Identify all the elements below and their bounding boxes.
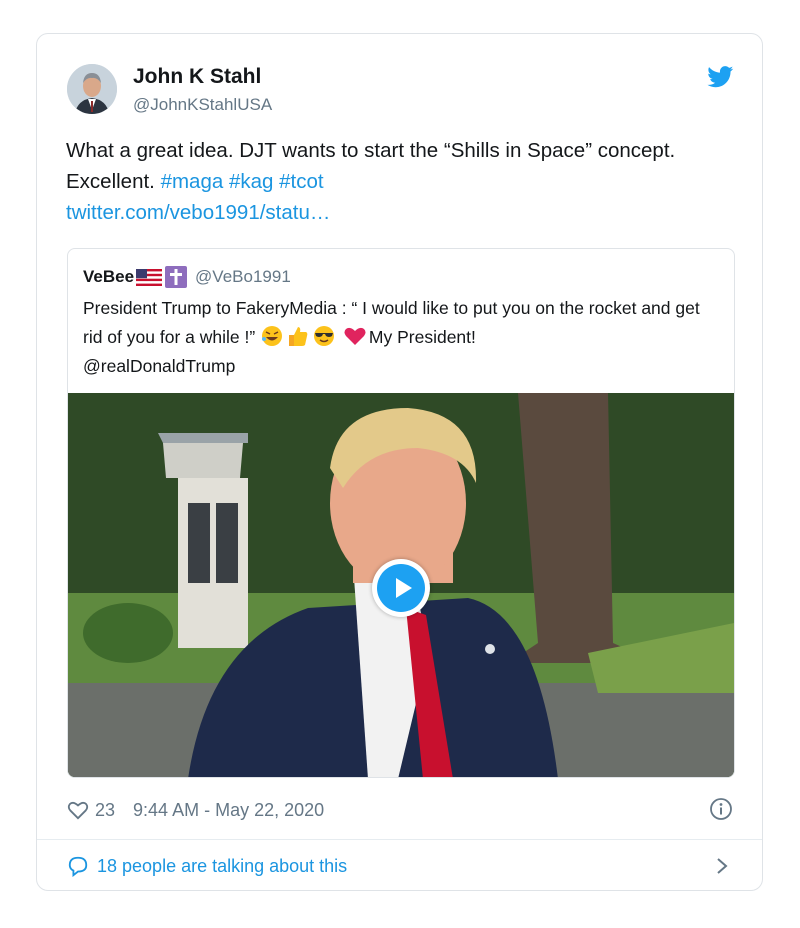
info-icon[interactable] <box>709 797 733 821</box>
quoted-text: President Trump to FakeryMedia : “ I wou… <box>83 294 713 381</box>
conversation-link[interactable]: 18 people are talking about this <box>67 852 347 880</box>
quoted-text-tail: My President! <box>368 327 476 347</box>
hashtag-maga[interactable]: #maga <box>161 170 224 193</box>
red-heart-emoji <box>344 327 366 345</box>
thumbs-up-emoji <box>289 327 308 346</box>
chevron-right-icon[interactable] <box>713 856 731 876</box>
play-button[interactable] <box>372 559 430 617</box>
divider <box>37 839 762 840</box>
like-count[interactable]: 23 <box>95 800 115 821</box>
sunglasses-emoji <box>314 326 335 346</box>
author-name[interactable]: John K Stahl <box>133 65 261 89</box>
quoted-author-name[interactable]: VeBee <box>83 267 134 287</box>
tweet-text: What a great idea. DJT wants to start th… <box>66 135 706 228</box>
rofl-emoji <box>262 326 283 346</box>
latin-cross-icon <box>165 266 188 288</box>
conversation-text[interactable]: 18 people are talking about this <box>97 856 347 877</box>
twitter-bird-icon[interactable] <box>707 66 734 88</box>
video-thumbnail[interactable] <box>68 393 734 777</box>
embedded-tweet-card[interactable]: John K Stahl @JohnKStahlUSA What a great… <box>36 33 763 891</box>
timestamp[interactable]: 9:44 AM - May 22, 2020 <box>133 800 324 821</box>
hashtag-tcot[interactable]: #tcot <box>279 170 323 193</box>
play-icon <box>396 578 412 598</box>
us-flag-icon <box>136 268 163 286</box>
tweet-link[interactable]: twitter.com/vebo1991/statu… <box>66 201 330 224</box>
quoted-mention[interactable]: @realDonaldTrump <box>83 356 235 376</box>
speech-bubble-icon <box>68 856 88 877</box>
tweet-text-body: What a great idea. DJT wants to start th… <box>66 139 676 193</box>
quoted-header: VeBee @VeBo1991 <box>83 265 291 289</box>
tweet-meta: 23 9:44 AM - May 22, 2020 <box>67 797 324 823</box>
author-handle[interactable]: @JohnKStahlUSA <box>133 95 272 115</box>
quoted-tweet[interactable]: VeBee @VeBo1991 President Trump to Faker… <box>67 248 735 778</box>
heart-icon[interactable] <box>67 800 89 820</box>
hashtag-kag[interactable]: #kag <box>229 170 273 193</box>
avatar[interactable] <box>67 64 117 114</box>
quoted-author-handle[interactable]: @VeBo1991 <box>195 267 291 287</box>
